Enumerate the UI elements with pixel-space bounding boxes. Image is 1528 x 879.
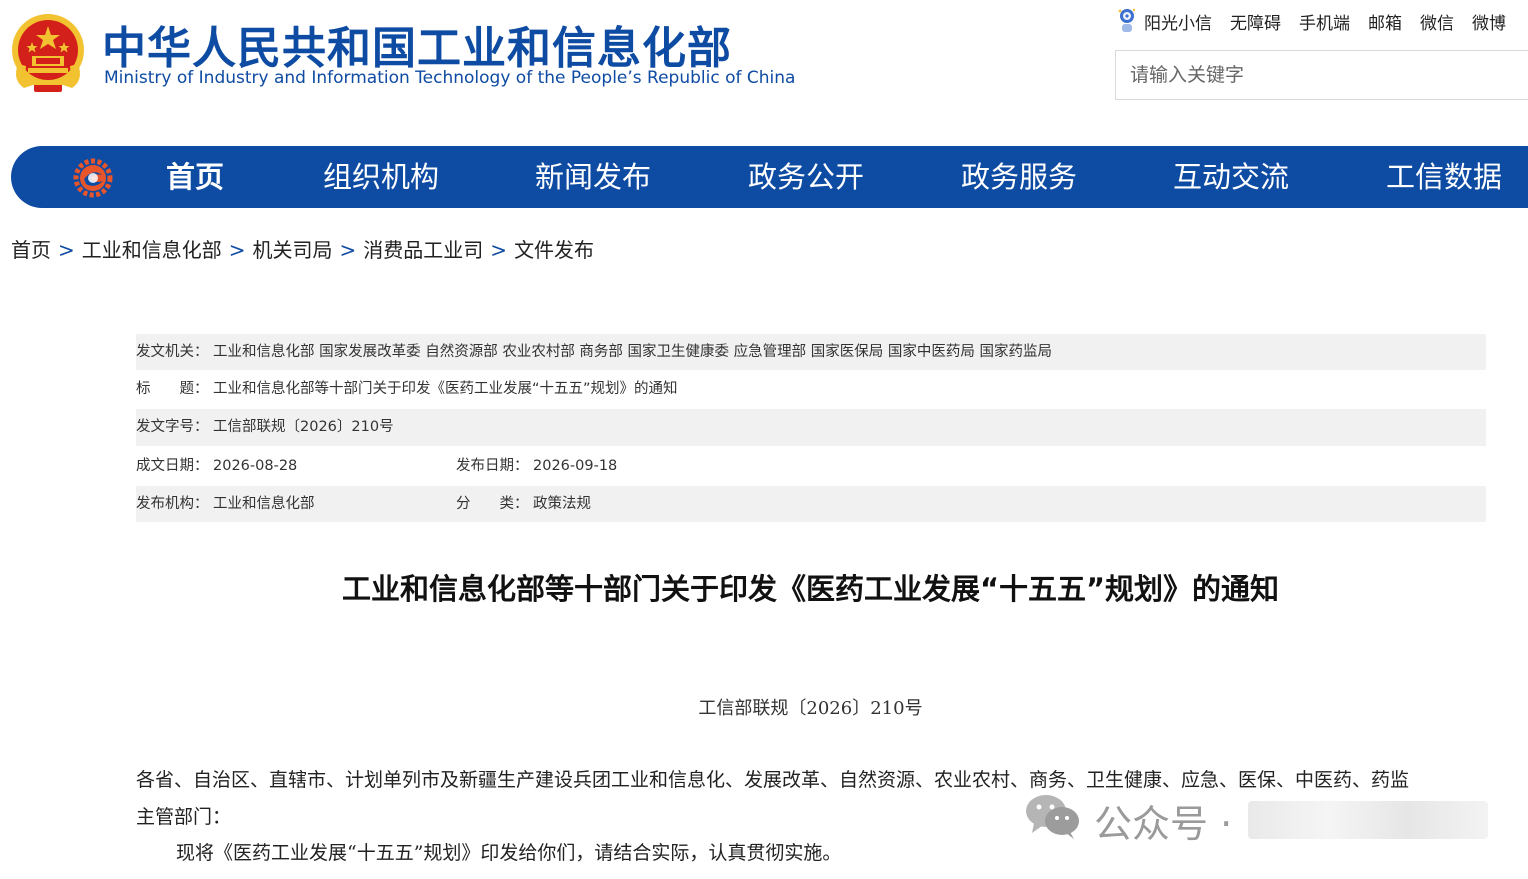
national-emblem-icon bbox=[10, 12, 86, 96]
title-label: 标 题： bbox=[136, 381, 209, 397]
nav-interaction[interactable]: 互动交流 bbox=[1173, 146, 1289, 208]
title-value: 工业和信息化部等十部门关于印发《医药工业发展“十五五”规划》的通知 bbox=[213, 381, 678, 397]
site-title: 中华人民共和国工业和信息化部 bbox=[102, 23, 732, 74]
search-input[interactable] bbox=[1128, 51, 1522, 99]
category-label: 分 类： bbox=[456, 496, 529, 512]
created-label: 成文日期： bbox=[136, 458, 209, 474]
article-title: 工业和信息化部等十部门关于印发《医药工业发展“十五五”规划》的通知 bbox=[341, 572, 1280, 606]
article-paragraph-line: 各省、自治区、直辖市、计划单列市及新疆生产建设兵团工业和信息化、发展改革、自然资… bbox=[136, 769, 1410, 791]
breadcrumb: 首页 > 工业和信息化部 > 机关司局 > 消费品工业司 > 文件发布 bbox=[11, 234, 594, 263]
meta-row-org: 发布机构： 工业和信息化部 分 类： 政策法规 bbox=[136, 486, 1486, 522]
breadcrumb-documents[interactable]: 文件发布 bbox=[514, 238, 594, 262]
breadcrumb-miit[interactable]: 工业和信息化部 bbox=[82, 238, 222, 262]
search-box bbox=[1115, 50, 1528, 100]
watermark-blur bbox=[1248, 801, 1489, 839]
meta-row-title: 标 题： 工业和信息化部等十部门关于印发《医药工业发展“十五五”规划》的通知 bbox=[136, 371, 1486, 408]
nav-home[interactable]: 首页 bbox=[166, 146, 224, 208]
miit-logo-icon bbox=[73, 158, 113, 198]
breadcrumb-separator: > bbox=[228, 238, 246, 262]
weibo-link[interactable]: 微博 bbox=[1472, 9, 1506, 34]
issuer-label: 发文机关： bbox=[136, 344, 209, 360]
wechat-icon bbox=[1022, 791, 1082, 850]
org-value: 工业和信息化部 bbox=[213, 496, 315, 512]
wechat-link[interactable]: 微信 bbox=[1420, 9, 1454, 34]
wechat-watermark: 公众号 · bbox=[1022, 791, 1489, 850]
breadcrumb-consumer-goods[interactable]: 消费品工业司 bbox=[363, 238, 483, 262]
category-value: 政策法规 bbox=[533, 496, 591, 512]
meta-row-dates: 成文日期： 2026-08-28 发布日期： 2026-09-18 bbox=[136, 447, 1486, 485]
site-subtitle: Ministry of Industry and Information Tec… bbox=[104, 68, 796, 88]
meta-row-issuer: 发文机关： 工业和信息化部 国家发展改革委 自然资源部 农业农村部 商务部 国家… bbox=[136, 334, 1486, 370]
breadcrumb-separator: > bbox=[490, 238, 508, 262]
main-nav: 首页 组织机构 新闻发布 政务公开 政务服务 互动交流 工信数据 bbox=[11, 146, 1528, 208]
breadcrumb-separator: > bbox=[58, 238, 75, 262]
mascot-icon[interactable] bbox=[1116, 7, 1138, 35]
nav-organization[interactable]: 组织机构 bbox=[323, 146, 439, 208]
article-paragraph-line: 主管部门： bbox=[136, 806, 232, 828]
meta-row-docno: 发文字号： 工信部联规〔2026〕210号 bbox=[136, 409, 1486, 446]
nav-government-affairs[interactable]: 政务公开 bbox=[748, 146, 864, 208]
breadcrumb-home[interactable]: 首页 bbox=[11, 238, 51, 262]
article-doc-number: 工信部联规〔2026〕210号 bbox=[698, 698, 923, 719]
docno-value: 工信部联规〔2026〕210号 bbox=[213, 419, 394, 435]
watermark-text: 公众号 · bbox=[1094, 801, 1233, 846]
docno-label: 发文字号： bbox=[136, 419, 209, 435]
published-value: 2026-09-18 bbox=[533, 458, 618, 474]
breadcrumb-departments[interactable]: 机关司局 bbox=[253, 238, 333, 262]
sunshine-xiaoxin-link[interactable]: 阳光小信 bbox=[1144, 9, 1212, 34]
article-paragraph: 现将《医药工业发展“十五五”规划》印发给你们，请结合实际，认真贯彻实施。 bbox=[176, 842, 842, 864]
mobile-link[interactable]: 手机端 bbox=[1299, 9, 1350, 34]
accessibility-link[interactable]: 无障碍 bbox=[1230, 9, 1281, 34]
mailbox-link[interactable]: 邮箱 bbox=[1368, 9, 1402, 34]
nav-services[interactable]: 政务服务 bbox=[961, 146, 1077, 208]
published-label: 发布日期： bbox=[456, 458, 529, 474]
breadcrumb-separator: > bbox=[339, 238, 357, 262]
org-label: 发布机构： bbox=[136, 496, 209, 512]
top-links: 阳光小信 无障碍 手机端 邮箱 微信 微博 bbox=[1116, 6, 1506, 36]
nav-news[interactable]: 新闻发布 bbox=[535, 146, 651, 208]
created-value: 2026-08-28 bbox=[213, 458, 298, 474]
issuer-value: 工业和信息化部 国家发展改革委 自然资源部 农业农村部 商务部 国家卫生健康委 … bbox=[213, 344, 1052, 360]
nav-data[interactable]: 工信数据 bbox=[1386, 146, 1502, 208]
